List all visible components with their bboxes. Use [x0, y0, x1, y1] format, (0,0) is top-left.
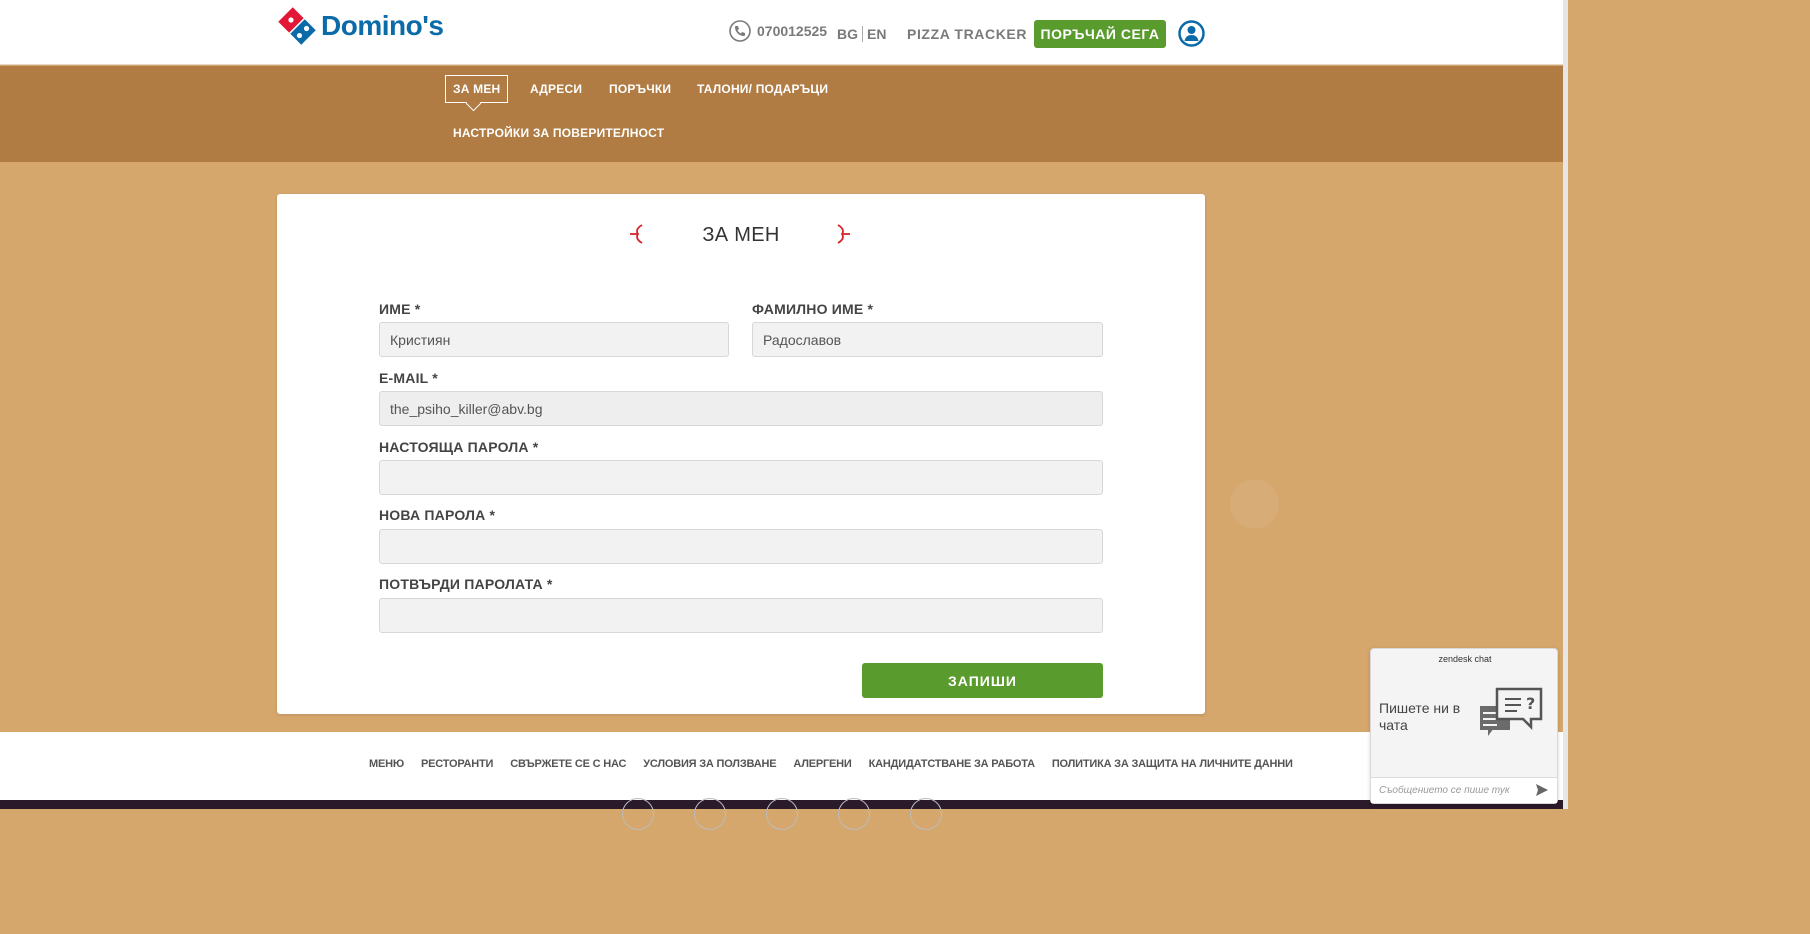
language-switcher: BG EN	[837, 26, 886, 42]
footer-link-privacy-policy[interactable]: ПОЛИТИКА ЗА ЗАЩИТА НА ЛИЧНИТЕ ДАННИ	[1052, 758, 1293, 770]
page-title: ЗА МЕН	[702, 224, 780, 246]
social-icon[interactable]	[766, 798, 798, 830]
last-name-label: ФАМИЛНО ИМЕ *	[752, 301, 874, 317]
chat-message-input[interactable]: Съобщението се пише тук	[1371, 777, 1557, 803]
social-icon[interactable]	[622, 798, 654, 830]
phone-number: 070012525	[757, 23, 828, 39]
top-header: Domino's 070012525 BG EN PIZZA TRACKER П…	[0, 0, 1568, 65]
footer-links: МЕНЮ РЕСТОРАНТИ СВЪРЖЕТЕ СЕ С НАС УСЛОВИ…	[369, 758, 1293, 770]
lang-divider	[862, 26, 863, 42]
profile-form-card: ЗА МЕН ИМЕ * Кристиян ФАМИЛНО ИМЕ * Радо…	[277, 194, 1205, 714]
social-icon[interactable]	[910, 798, 942, 830]
chat-widget[interactable]: zendesk chat Пишете ни в чата ? Съобщени…	[1370, 648, 1558, 804]
footer-link-restaurants[interactable]: РЕСТОРАНТИ	[421, 758, 493, 770]
pizza-tracker-link[interactable]: PIZZA TRACKER	[907, 26, 1027, 42]
current-password-label: НАСТОЯЩА ПАРОЛА *	[379, 439, 539, 455]
send-icon[interactable]	[1535, 783, 1549, 797]
first-name-label: ИМЕ *	[379, 301, 421, 317]
title-decoration-right-icon	[837, 224, 850, 244]
new-password-label: НОВА ПАРОЛА *	[379, 507, 496, 523]
tab-orders[interactable]: ПОРЪЧКИ	[609, 82, 671, 96]
last-name-field[interactable]: Радославов	[752, 322, 1103, 357]
save-button[interactable]: ЗАПИШИ	[862, 663, 1103, 698]
lang-en[interactable]: EN	[867, 26, 886, 42]
page-scrollbar[interactable]	[1563, 0, 1568, 809]
user-account-icon[interactable]	[1178, 20, 1205, 47]
phone-contact[interactable]: 070012525	[729, 20, 827, 42]
phone-icon	[729, 20, 751, 42]
tab-coupons-gifts[interactable]: ТАЛОНИ/ ПОДАРЪЦИ	[697, 82, 828, 96]
social-icon[interactable]	[838, 798, 870, 830]
chat-prompt: Пишете ни в чата	[1379, 700, 1461, 733]
tab-addresses[interactable]: АДРЕСИ	[530, 82, 582, 96]
dominos-logo-icon	[277, 6, 317, 46]
current-password-field[interactable]	[379, 460, 1103, 495]
new-password-field[interactable]	[379, 529, 1103, 564]
confirm-password-label: ПОТВЪРДИ ПАРОЛАТА *	[379, 576, 553, 592]
dominos-logo[interactable]: Domino's	[277, 6, 444, 46]
last-name-value: Радославов	[763, 331, 842, 348]
chat-bubble-icon: ?	[1478, 687, 1543, 742]
email-label: E-MAIL *	[379, 370, 438, 386]
tab-privacy-settings[interactable]: НАСТРОЙКИ ЗА ПОВЕРИТЕЛНОСТ	[453, 126, 664, 140]
chat-brand: zendesk chat	[1438, 654, 1492, 664]
svg-text:?: ?	[1526, 694, 1535, 713]
footer-link-careers[interactable]: КАНДИДАТСТВАНЕ ЗА РАБОТА	[869, 758, 1035, 770]
account-subnav: ЗА МЕН АДРЕСИ ПОРЪЧКИ ТАЛОНИ/ ПОДАРЪЦИ Н…	[0, 66, 1568, 162]
email-field[interactable]: the_psiho_killer@abv.bg	[379, 391, 1103, 426]
chat-input-placeholder: Съобщението се пише тук	[1379, 785, 1510, 796]
social-icon[interactable]	[694, 798, 726, 830]
first-name-field[interactable]: Кристиян	[379, 322, 729, 357]
lang-bg[interactable]: BG	[837, 26, 858, 42]
first-name-value: Кристиян	[390, 331, 451, 348]
social-icons-row	[622, 798, 942, 830]
footer-link-allergens[interactable]: АЛЕРГЕНИ	[793, 758, 851, 770]
brand-name: Domino's	[321, 10, 444, 41]
footer-link-terms[interactable]: УСЛОВИЯ ЗА ПОЛЗВАНЕ	[643, 758, 776, 770]
order-now-button[interactable]: ПОРЪЧАЙ СЕГА	[1034, 20, 1166, 48]
tab-about-me[interactable]: ЗА МЕН	[445, 75, 509, 103]
footer-link-contact[interactable]: СВЪРЖЕТЕ СЕ С НАС	[510, 758, 626, 770]
email-value: the_psiho_killer@abv.bg	[390, 400, 543, 417]
footer-link-menu[interactable]: МЕНЮ	[369, 758, 404, 770]
confirm-password-field[interactable]	[379, 598, 1103, 633]
